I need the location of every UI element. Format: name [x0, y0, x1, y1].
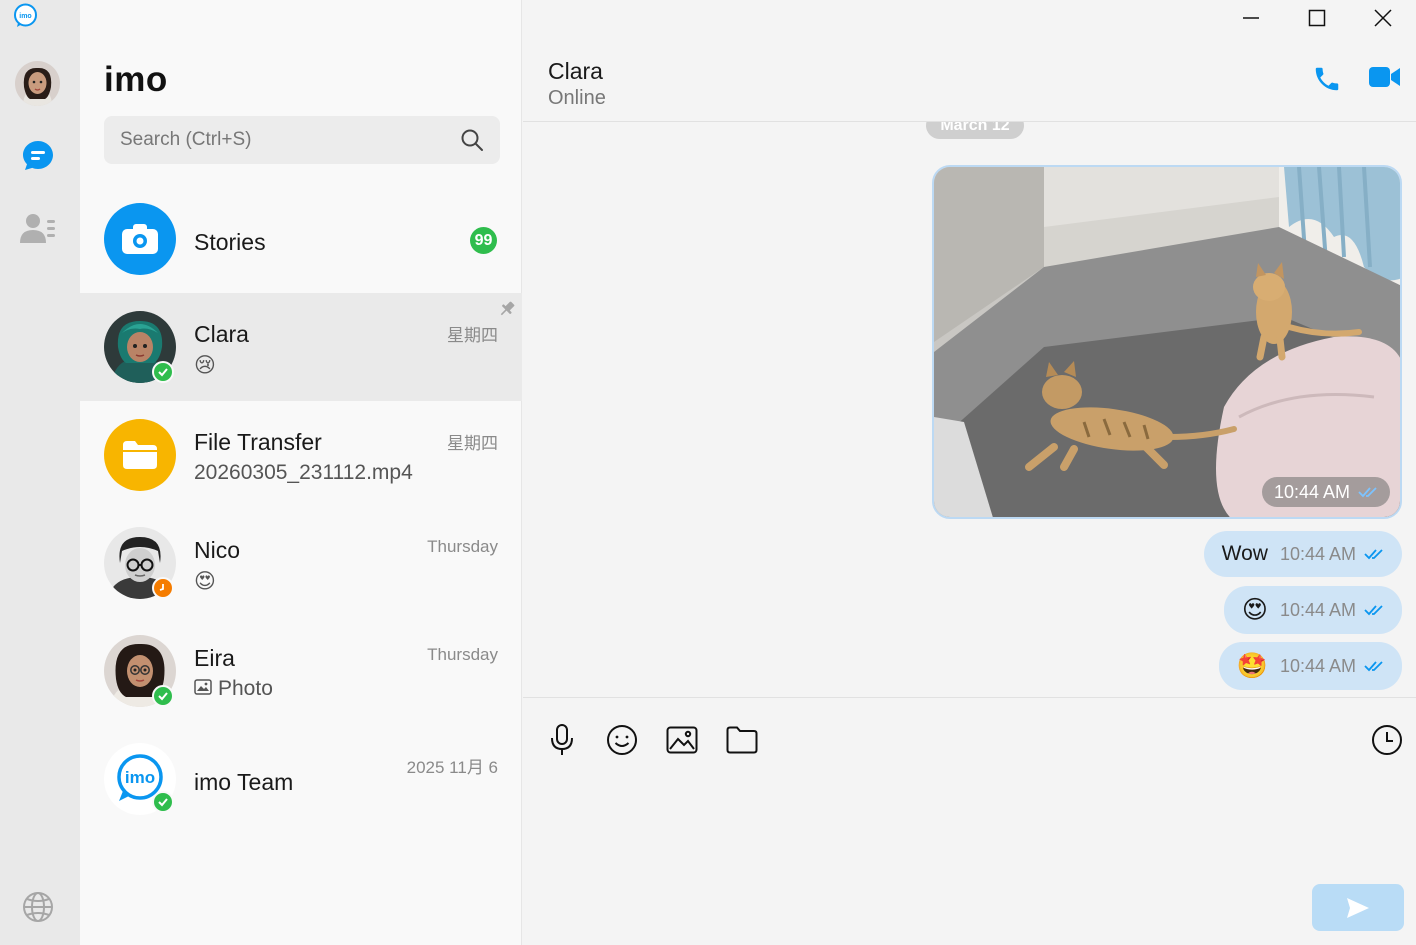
stories-row[interactable]: Stories: [80, 185, 522, 293]
message-text: Wow: [1221, 542, 1268, 565]
pin-icon: [498, 300, 516, 323]
chat-row-nico[interactable]: Nico 😍 Thursday: [80, 509, 522, 617]
chat-name: Nico: [194, 537, 241, 563]
send-button[interactable]: [1312, 884, 1404, 931]
chat-icon[interactable]: [19, 137, 57, 175]
maximize-icon[interactable]: [1284, 0, 1350, 36]
svg-text:imo: imo: [125, 768, 155, 787]
conversation-panel: Clara Online March 12 10:44 AM Wow 10:44…: [523, 0, 1416, 945]
chat-time: 星期四: [447, 434, 498, 453]
search-input[interactable]: [104, 116, 500, 164]
app-title: imo: [104, 60, 168, 99]
window-controls: [1218, 0, 1416, 36]
chat-time: Thursday: [427, 537, 498, 556]
stories-count-badge: 99: [470, 227, 497, 254]
clock-icon[interactable]: [1369, 722, 1405, 758]
chat-time: 2025 11月 6: [406, 758, 498, 777]
stories-label: Stories: [194, 229, 266, 255]
microphone-icon[interactable]: [544, 722, 580, 758]
online-status-icon: [152, 685, 174, 707]
chat-preview: 😍: [194, 570, 216, 593]
cats-photo: [934, 167, 1400, 517]
video-call-icon[interactable]: [1369, 64, 1403, 96]
online-status-icon: [152, 361, 174, 383]
contacts-icon[interactable]: [19, 209, 57, 247]
read-receipt-icon: [1358, 482, 1378, 503]
close-icon[interactable]: [1350, 0, 1416, 36]
message-bubble[interactable]: Wow 10:44 AM: [1203, 531, 1402, 577]
chat-preview: Photo: [218, 677, 273, 700]
chat-name: File Transfer: [194, 429, 322, 455]
message-bubble[interactable]: 🤩 10:44 AM: [1218, 642, 1402, 690]
chat-name: imo Team: [194, 769, 294, 795]
photo-message[interactable]: 10:44 AM: [932, 165, 1402, 519]
date-divider: March 12: [926, 122, 1024, 139]
chat-row-clara[interactable]: Clara 😢 星期四: [80, 293, 522, 401]
online-status-icon: [152, 791, 174, 813]
chat-time: Thursday: [427, 645, 498, 664]
phone-icon[interactable]: [1312, 64, 1344, 96]
minimize-icon[interactable]: [1218, 0, 1284, 36]
read-receipt-icon: [1364, 549, 1383, 560]
message-time: 10:44 AM: [1279, 599, 1356, 620]
message-list[interactable]: March 12 10:44 AM Wow 10:44 AM 😍 10:44 A…: [523, 122, 1416, 697]
chat-name: Eira: [194, 645, 235, 671]
message-meta: 10:44 AM: [1280, 656, 1384, 677]
message-emoji: 😍: [1241, 596, 1268, 624]
my-avatar[interactable]: [15, 61, 60, 106]
message-time: 10:44 AM: [1273, 481, 1350, 502]
send-icon: [1347, 897, 1369, 918]
search-icon[interactable]: [460, 128, 484, 152]
image-icon[interactable]: [664, 722, 700, 758]
message-emoji: 🤩: [1236, 651, 1268, 680]
contact-name: Clara: [548, 58, 603, 84]
emoji-icon[interactable]: [604, 722, 640, 758]
photo-icon: [194, 677, 212, 701]
chat-row-eira[interactable]: Eira Photo Thursday: [80, 617, 522, 725]
away-status-icon: [152, 577, 174, 599]
chat-row-file-transfer[interactable]: File Transfer 20260305_231112.mp4 星期四: [80, 401, 522, 509]
message-composer[interactable]: [523, 697, 1416, 945]
message-meta: 10:44 AM: [1261, 477, 1390, 507]
chat-preview: 20260305_231112.mp4: [194, 461, 413, 484]
folder-open-icon[interactable]: [724, 722, 760, 758]
conversation-header: Clara Online: [523, 40, 1416, 122]
message-bubble[interactable]: 😍 10:44 AM: [1223, 586, 1402, 634]
chat-time: 星期四: [447, 326, 498, 345]
read-receipt-icon: [1364, 661, 1383, 672]
message-time: 10:44 AM: [1279, 655, 1356, 676]
chat-row-imo-team[interactable]: imo imo Team 2025 11月 6: [80, 725, 522, 833]
chat-preview-row: Photo: [194, 677, 273, 701]
left-rail: imo: [0, 0, 80, 945]
imo-logo-icon: imo: [13, 3, 38, 28]
chat-name: Clara: [194, 321, 249, 347]
contact-status: Online: [548, 87, 606, 109]
folder-icon: [104, 419, 176, 491]
chat-preview: 😢: [194, 354, 216, 377]
message-meta: 10:44 AM: [1280, 600, 1384, 621]
read-receipt-icon: [1364, 605, 1383, 616]
message-time: 10:44 AM: [1279, 543, 1356, 564]
camera-icon: [104, 203, 176, 275]
message-meta: 10:44 AM: [1280, 544, 1384, 565]
svg-text:imo: imo: [19, 13, 31, 20]
globe-icon[interactable]: [19, 888, 57, 926]
chat-list-panel: imo Stories 99 Clara 😢 星期四 File Transfer…: [80, 0, 522, 945]
